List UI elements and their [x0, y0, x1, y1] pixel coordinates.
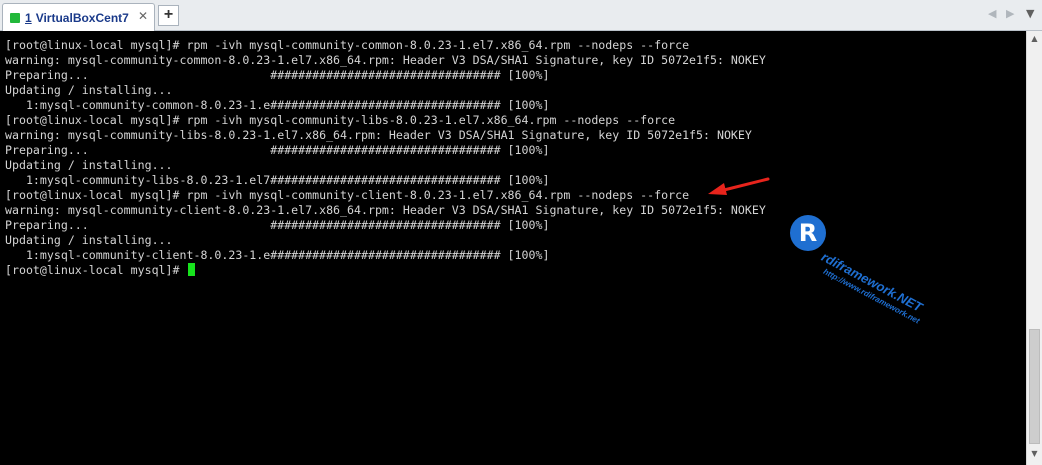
session-tab[interactable]: 1 VirtualBoxCent7 ✕	[2, 3, 155, 31]
terminal-line: Updating / installing...	[5, 83, 173, 97]
terminal-line: 1:mysql-community-common-8.0.23-1.e#####…	[5, 98, 550, 112]
vertical-scrollbar[interactable]: ▲ ▼	[1026, 31, 1042, 465]
scroll-tabs-left-icon[interactable]: ◀	[988, 7, 996, 20]
terminal-line: Updating / installing...	[5, 233, 173, 247]
scrollbar-thumb[interactable]	[1029, 329, 1040, 444]
terminal-line: [root@linux-local mysql]# rpm -ivh mysql…	[5, 38, 690, 52]
text-cursor	[188, 263, 196, 276]
terminal-line: Updating / installing...	[5, 158, 173, 172]
watermark: R rdiframework.NET http://www.rdiframewo…	[786, 205, 956, 326]
terminal-line: warning: mysql-community-client-8.0.23-1…	[5, 203, 766, 217]
tab-title: VirtualBoxCent7	[35, 10, 129, 25]
terminal-output: [root@linux-local mysql]# rpm -ivh mysql…	[5, 38, 766, 278]
red-arrow-annotation	[708, 177, 770, 195]
tab-bar: 1 VirtualBoxCent7 ✕ + ◀ ▶ ▼	[0, 0, 1042, 31]
terminal-line: 1:mysql-community-libs-8.0.23-1.el7#####…	[5, 173, 550, 187]
terminal-line: warning: mysql-community-common-8.0.23-1…	[5, 53, 766, 67]
tab-number: 1	[25, 10, 32, 25]
tab-menu-icon[interactable]: ▼	[1026, 7, 1034, 20]
shell-prompt: [root@linux-local mysql]#	[5, 263, 187, 277]
rdi-logo-icon: R	[790, 215, 826, 251]
scroll-down-icon[interactable]: ▼	[1027, 449, 1042, 458]
close-icon[interactable]: ✕	[138, 9, 148, 23]
prompt-line[interactable]: [root@linux-local mysql]#	[5, 263, 766, 278]
terminal-line: Preparing... ###########################…	[5, 68, 550, 82]
terminal-line: [root@linux-local mysql]# rpm -ivh mysql…	[5, 188, 690, 202]
new-tab-button[interactable]: +	[158, 5, 179, 26]
scroll-up-icon[interactable]: ▲	[1027, 34, 1042, 43]
terminal-line: Preparing... ###########################…	[5, 143, 550, 157]
scroll-tabs-right-icon[interactable]: ▶	[1006, 7, 1014, 20]
terminal-line: [root@linux-local mysql]# rpm -ivh mysql…	[5, 113, 676, 127]
terminal-line: warning: mysql-community-libs-8.0.23-1.e…	[5, 128, 752, 142]
terminal-line: Preparing... ###########################…	[5, 218, 550, 232]
terminal-line: 1:mysql-community-client-8.0.23-1.e#####…	[5, 248, 550, 262]
connection-status-icon	[10, 12, 20, 23]
